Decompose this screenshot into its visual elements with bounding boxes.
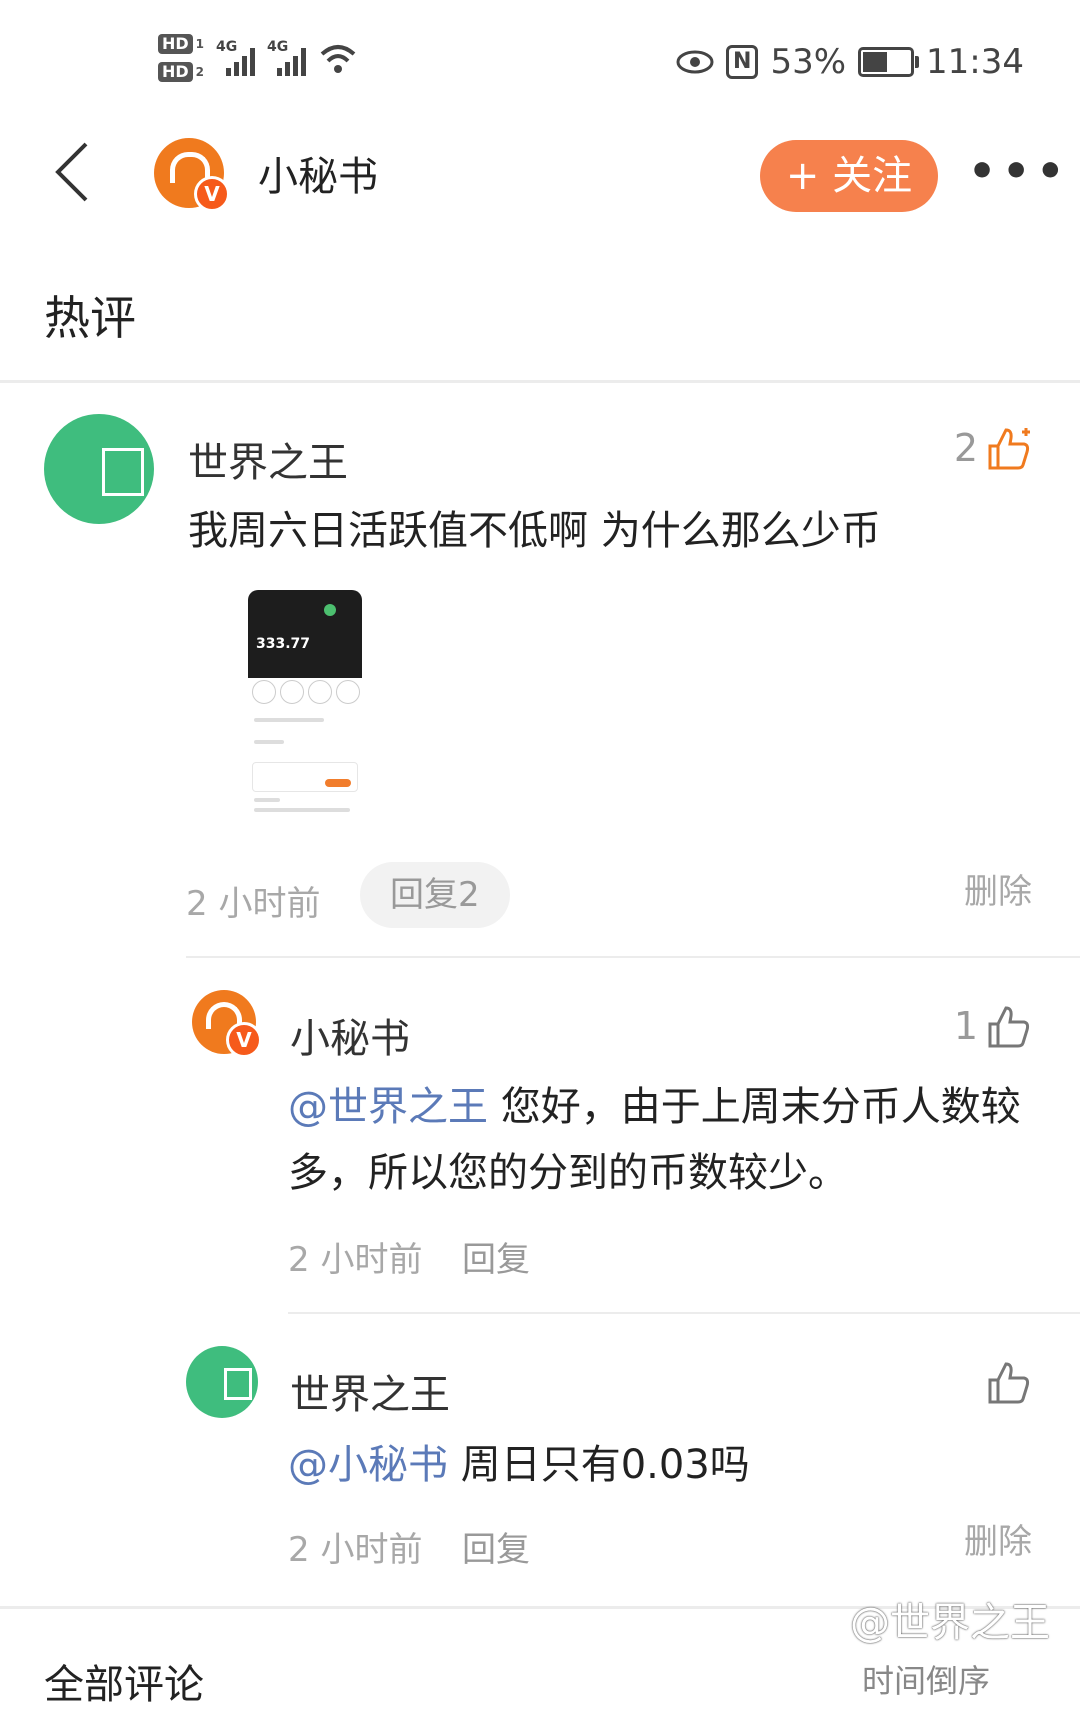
reply-time: 2 小时前 [288, 1530, 423, 1570]
reply-time: 2 小时前 [288, 1240, 423, 1280]
status-right: N 53% 11:34 [676, 42, 1024, 82]
section-divider [0, 380, 1080, 383]
comment-image[interactable]: 333.77 [248, 590, 362, 820]
like-button[interactable]: 1 [954, 1004, 1032, 1048]
nfc-icon: N [726, 45, 759, 79]
mention-link[interactable]: @世界之王 [288, 1084, 488, 1130]
battery-icon [858, 47, 920, 77]
reply-count-button[interactable]: 回复2 [360, 862, 510, 928]
reply-divider [186, 956, 1080, 958]
section-title: 热评 [44, 291, 136, 345]
signal-icon-1: 4G [216, 40, 256, 76]
reply-button[interactable]: 回复 [462, 1522, 530, 1571]
verified-icon: V [226, 1022, 262, 1058]
like-button[interactable]: 2 [954, 426, 1032, 470]
like-count: 2 [953, 426, 978, 470]
status-left: HD 1 HD 2 4G 4G [158, 34, 358, 82]
thumbs-up-icon [988, 1006, 1030, 1048]
eye-icon [676, 50, 714, 74]
sim1-indicator: HD 1 [158, 34, 204, 54]
delete-button[interactable]: 删除 [964, 1514, 1032, 1563]
battery-percent: 53% [770, 42, 847, 82]
comment-author[interactable]: 世界之王 [188, 430, 348, 488]
clock: 11:34 [926, 42, 1024, 82]
page-title: 小秘书 [258, 154, 378, 200]
account-avatar[interactable]: V [154, 138, 230, 212]
comment-text: 我周六日活跃值不低啊 为什么那么少币 [188, 508, 881, 554]
status-bar: HD 1 HD 2 4G 4G N 53% 11:34 [0, 0, 1080, 120]
thumbs-up-icon [988, 428, 1030, 470]
more-icon[interactable]: ••• [968, 146, 1070, 197]
reply-button[interactable]: 回复 [462, 1232, 530, 1281]
sort-toggle[interactable]: 时间倒序 [862, 1656, 990, 1702]
chevron-left-icon [55, 142, 88, 202]
like-button[interactable] [978, 1360, 1032, 1404]
mention-link[interactable]: @小秘书 [288, 1442, 448, 1488]
all-comments-title: 全部评论 [44, 1662, 204, 1708]
like-count: 1 [953, 1004, 978, 1048]
image-value: 333.77 [256, 636, 311, 652]
watermark: @世界之王 [850, 1600, 1050, 1646]
comment-time: 2 小时前 [186, 884, 321, 924]
sim2-indicator: HD 2 [158, 62, 204, 82]
avatar[interactable] [44, 414, 154, 524]
avatar[interactable]: V [192, 990, 262, 1058]
reply-text: @小秘书 周日只有0.03吗 [288, 1442, 750, 1488]
wifi-icon [320, 45, 356, 73]
reply-author[interactable]: 小秘书 [290, 1006, 410, 1064]
back-button[interactable] [52, 140, 102, 210]
reply-divider [288, 1312, 1080, 1314]
follow-button[interactable]: + 关注 [760, 140, 938, 212]
thumbs-up-icon [988, 1362, 1030, 1404]
reply-text: @世界之王 您好，由于上周末分币人数较多，所以您的分到的币数较少。 [288, 1084, 1021, 1196]
verified-icon: V [194, 176, 230, 212]
signal-icon-2: 4G [267, 40, 307, 76]
delete-button[interactable]: 删除 [964, 864, 1032, 913]
avatar[interactable] [186, 1346, 258, 1418]
reply-author[interactable]: 世界之王 [290, 1362, 450, 1420]
